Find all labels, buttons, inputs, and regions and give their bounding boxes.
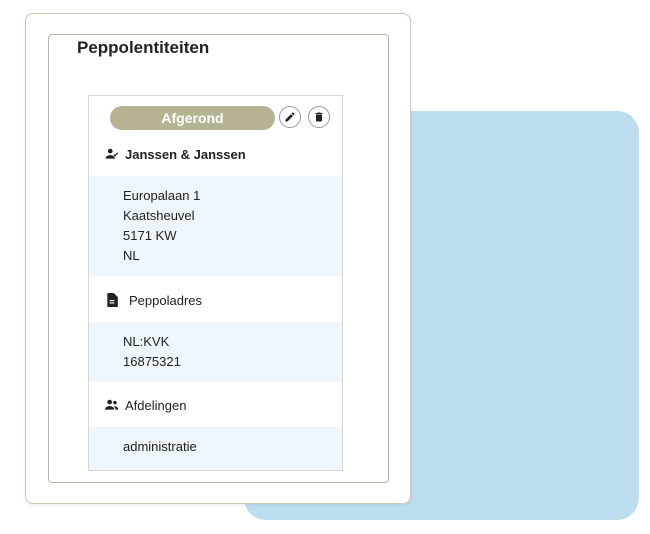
departments-label: Afdelingen (125, 397, 187, 413)
entity-card: Afgerond Janssen & Janssen Europalaan 1 … (88, 95, 343, 471)
edit-button[interactable] (279, 106, 301, 128)
peppol-block: NL:KVK 16875321 (89, 322, 342, 382)
address-line: NL (123, 248, 140, 263)
department-item: administratie (123, 439, 197, 454)
content-panel: Peppolentiteiten Afgerond Janssen & Jans… (48, 34, 389, 483)
entity-name-row: Janssen & Janssen (89, 132, 342, 176)
pencil-icon (285, 112, 295, 122)
page-title: Peppolentiteiten (77, 38, 210, 57)
peppol-line: NL:KVK (123, 334, 170, 349)
status-badge: Afgerond (110, 106, 275, 130)
address-line: 5171 KW (123, 228, 177, 243)
outer-card: Peppolentiteiten Afgerond Janssen & Jans… (25, 13, 411, 504)
address-line: Europalaan 1 (123, 188, 201, 203)
trash-icon (315, 112, 323, 122)
peppol-header: Peppoladres (89, 278, 342, 322)
group-icon (105, 398, 119, 412)
departments-header: Afdelingen (89, 383, 342, 427)
delete-button[interactable] (308, 106, 330, 128)
peppol-line: 16875321 (123, 354, 181, 369)
peppol-label: Peppoladres (129, 292, 202, 308)
address-block: Europalaan 1 Kaatsheuvel 5171 KW NL (89, 176, 342, 276)
departments-block: administratie (89, 427, 342, 470)
entity-name: Janssen & Janssen (125, 146, 246, 162)
document-icon (105, 293, 119, 307)
person-check-icon (105, 147, 119, 161)
address-line: Kaatsheuvel (123, 208, 195, 223)
